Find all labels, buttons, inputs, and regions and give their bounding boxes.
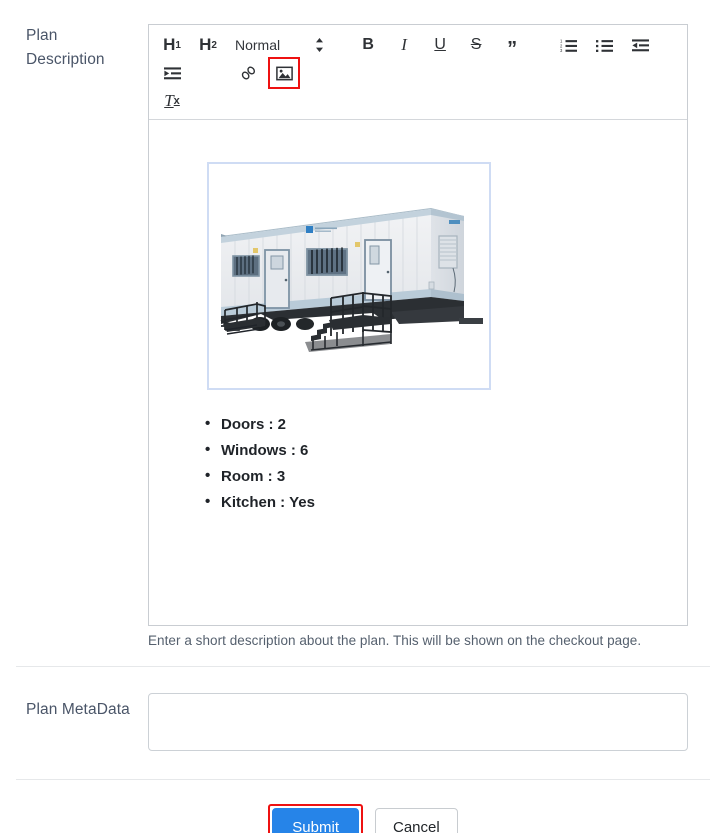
plan-metadata-label: Plan MetaData <box>0 693 148 722</box>
strikethrough-label: S <box>470 36 482 53</box>
bold-button[interactable]: B <box>355 32 381 58</box>
plan-metadata-textarea[interactable] <box>148 693 688 751</box>
list-item: Doors : 2 <box>205 411 671 438</box>
clear-formatting-sub: x <box>173 95 180 107</box>
stepper-arrows-icon <box>314 37 325 53</box>
editor-content-area[interactable]: Doors : 2 Windows : 6 Room : 3 Kitchen :… <box>149 120 687 625</box>
submit-button-highlight: Submit <box>268 804 363 833</box>
bold-label: B <box>362 36 374 53</box>
plan-description-label-text: Plan Description <box>26 27 105 68</box>
list-item: Windows : 6 <box>205 437 671 464</box>
link-icon[interactable] <box>235 60 261 86</box>
submit-button[interactable]: Submit <box>272 808 359 833</box>
plan-description-editor-wrap: H1 H2 Normal B I U S ” 1 2 3 T x • Doors… <box>148 24 688 648</box>
heading-1-label: H <box>163 35 176 54</box>
ordered-list-icon[interactable]: 1 2 3 <box>555 32 581 58</box>
blockquote-label: ” <box>507 37 518 60</box>
heading-2-label: H <box>199 35 212 54</box>
strikethrough-button[interactable]: S <box>463 32 489 58</box>
feature-bullet-list: Doors : 2 Windows : 6 Room : 3 Kitchen :… <box>205 411 671 516</box>
underline-button[interactable]: U <box>427 32 453 58</box>
plan-description-label: Plan Description <box>0 24 148 72</box>
blockquote-button[interactable]: ” <box>499 32 525 60</box>
cancel-button[interactable]: Cancel <box>374 808 458 833</box>
form-actions: Submit Cancel <box>0 780 726 833</box>
outdent-icon[interactable] <box>627 32 653 58</box>
italic-label: I <box>401 35 407 54</box>
image-icon[interactable] <box>268 57 300 89</box>
format-picker[interactable]: Normal <box>235 37 325 53</box>
editor-toolbar: H1 H2 Normal B I U S ” 1 2 3 T x <box>149 25 687 120</box>
bullet-list-icon[interactable] <box>591 32 617 58</box>
rich-text-editor: H1 H2 Normal B I U S ” 1 2 3 T x • Doors… <box>148 24 688 626</box>
clear-formatting-label: T <box>164 91 174 110</box>
heading-1-sub: 1 <box>175 39 181 51</box>
heading-1-button[interactable]: H1 <box>159 32 185 58</box>
plan-description-row: Plan Description H1 H2 Normal B I U S ” … <box>0 0 726 648</box>
list-item: Kitchen : Yes <box>205 489 671 516</box>
svg-text:3: 3 <box>560 48 563 53</box>
indent-icon[interactable] <box>159 60 185 86</box>
mobile-office-trailer-illustration <box>213 174 485 378</box>
format-picker-value: Normal <box>235 37 281 53</box>
plan-form-page: Plan Description H1 H2 Normal B I U S ” … <box>0 0 726 833</box>
heading-2-sub: 2 <box>211 39 217 51</box>
underline-label: U <box>434 36 446 53</box>
list-item: Room : 3 <box>205 463 671 490</box>
plan-description-help-text: Enter a short description about the plan… <box>148 633 642 648</box>
plan-metadata-label-text: Plan MetaData <box>26 701 130 718</box>
clear-formatting-button[interactable]: Tx <box>159 88 185 114</box>
heading-2-button[interactable]: H2 <box>195 32 221 58</box>
plan-metadata-row: Plan MetaData <box>0 667 726 751</box>
inserted-image[interactable] <box>207 162 491 390</box>
italic-button[interactable]: I <box>391 32 417 58</box>
